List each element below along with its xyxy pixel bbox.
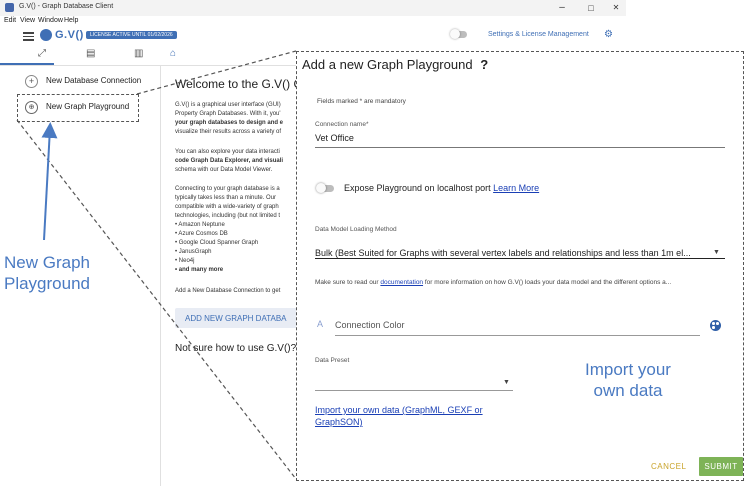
connection-name-input[interactable]: Vet Office bbox=[315, 133, 354, 143]
data-model-dropdown-arrow-icon[interactable]: ▼ bbox=[713, 249, 720, 256]
learn-more-link[interactable]: Learn More bbox=[493, 183, 539, 193]
data-preset-label: Data Preset bbox=[315, 357, 350, 364]
import-own-data-link[interactable]: Import your own data (GraphML, GEXF or G… bbox=[315, 404, 515, 428]
data-model-underline bbox=[315, 258, 725, 259]
submit-button[interactable]: SUBMIT bbox=[699, 457, 743, 476]
connection-color-input[interactable]: Connection Color bbox=[335, 320, 405, 330]
color-letter-icon: A bbox=[317, 319, 324, 329]
expose-playground-toggle[interactable] bbox=[316, 183, 334, 193]
zoom-line-top bbox=[136, 50, 297, 95]
documentation-note: Make sure to read our documentation for … bbox=[315, 279, 672, 286]
mandatory-note: Fields marked * are mandatory bbox=[317, 98, 406, 105]
dialog-title: Add a new Graph Playground ? bbox=[302, 57, 489, 72]
help-icon[interactable]: ? bbox=[480, 57, 488, 72]
cancel-button[interactable]: CANCEL bbox=[651, 462, 686, 471]
data-model-label: Data Model Loading Method bbox=[315, 226, 397, 233]
annotation-new-graph-playground: New Graph Playground bbox=[3, 253, 90, 293]
connection-name-underline bbox=[315, 147, 725, 148]
documentation-link[interactable]: documentation bbox=[380, 279, 423, 286]
connection-name-label: Connection name* bbox=[315, 121, 369, 128]
expose-playground-label: Expose Playground on localhost port Lear… bbox=[344, 183, 540, 193]
data-preset-underline bbox=[315, 390, 513, 391]
annotation-import-your-own-data: Import your own data bbox=[585, 360, 671, 400]
arrow-to-new-graph-playground bbox=[41, 122, 58, 241]
data-preset-dropdown-arrow-icon[interactable]: ▼ bbox=[503, 379, 510, 386]
new-graph-playground-dialog: Add a new Graph Playground ? Fields mark… bbox=[296, 51, 744, 481]
palette-icon[interactable] bbox=[710, 320, 721, 331]
connection-color-underline bbox=[335, 335, 700, 336]
zoom-line-bottom bbox=[16, 119, 297, 480]
data-model-select[interactable]: Bulk (Best Suited for Graphs with severa… bbox=[315, 248, 705, 258]
